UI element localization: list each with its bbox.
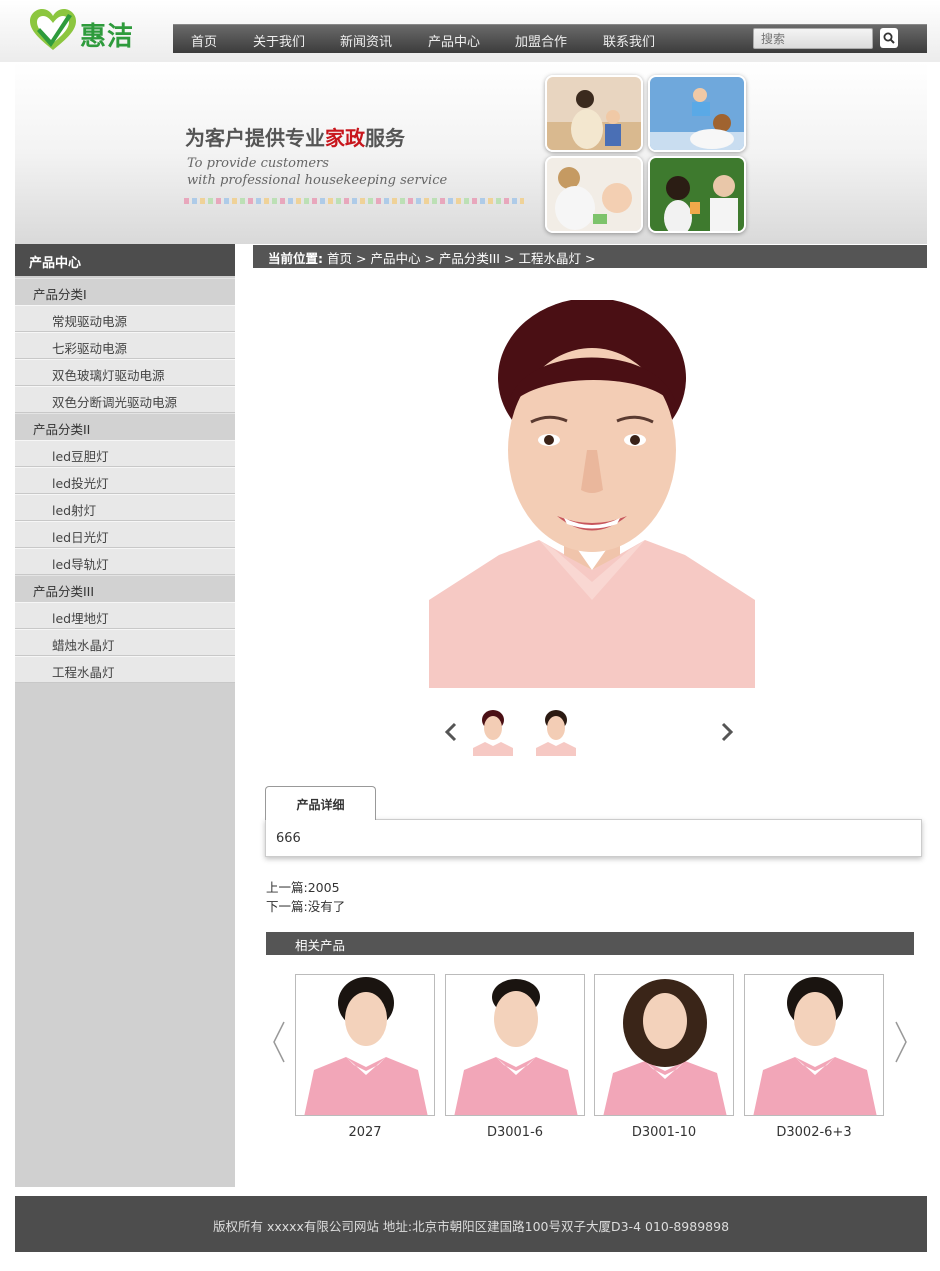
breadcrumb: 当前位置: 首页 > 产品中心 > 产品分类III > 工程水晶灯 > (253, 245, 927, 268)
search-button[interactable] (880, 28, 898, 48)
logo-text: 惠洁 (80, 22, 135, 52)
next-article-link: 没有了 (307, 899, 346, 914)
prev-article-link[interactable]: 2005 (308, 880, 340, 895)
sidebar-item[interactable]: 七彩驱动电源 (15, 332, 235, 359)
related-product-card[interactable] (594, 974, 734, 1116)
nav-item-about[interactable]: 关于我们 (253, 31, 305, 50)
breadcrumb-separator: > (424, 251, 435, 266)
sidebar-category-1[interactable]: 产品分类I (15, 278, 235, 305)
banner-photo-girl-grandpa (648, 156, 746, 233)
related-product-label[interactable]: D3001-10 (594, 1125, 734, 1140)
product-thumbnail-1[interactable] (473, 708, 513, 756)
chevron-left-icon[interactable] (271, 1020, 287, 1064)
banner-title-highlight: 家政 (325, 126, 365, 150)
banner-subtitle-line1: To provide customers (187, 156, 329, 171)
chevron-left-icon[interactable] (443, 722, 459, 742)
sidebar-item[interactable]: 工程水晶灯 (15, 656, 235, 683)
sidebar-item[interactable]: 蜡烛水晶灯 (15, 629, 235, 656)
sidebar: 产品中心 产品分类I 常规驱动电源 七彩驱动电源 双色玻璃灯驱动电源 双色分断调… (15, 244, 235, 1187)
nav-item-news[interactable]: 新闻资讯 (340, 31, 392, 50)
breadcrumb-products[interactable]: 产品中心 (370, 251, 420, 266)
next-label: 下一篇: (266, 899, 308, 914)
sidebar-item[interactable]: led埋地灯 (15, 602, 235, 629)
related-product-label[interactable]: D3001-6 (445, 1125, 585, 1140)
sidebar-item[interactable]: led导轨灯 (15, 548, 235, 575)
nav-item-contact[interactable]: 联系我们 (603, 31, 655, 50)
breadcrumb-prefix: 当前位置: (268, 251, 323, 266)
search-input[interactable] (753, 28, 873, 49)
breadcrumb-home[interactable]: 首页 (327, 251, 352, 266)
related-product-card[interactable] (744, 974, 884, 1116)
header: 惠洁 首页 关于我们 新闻资讯 产品中心 加盟合作 联系我们 (0, 0, 940, 62)
breadcrumb-current[interactable]: 工程水晶灯 (518, 251, 581, 266)
related-product-card[interactable] (445, 974, 585, 1116)
banner-title: 为客户提供专业家政服务 (185, 122, 405, 151)
sidebar-category-list: 产品分类I 常规驱动电源 七彩驱动电源 双色玻璃灯驱动电源 双色分断调光驱动电源… (15, 278, 235, 683)
banner-decoration-dots (184, 198, 524, 204)
product-thumbnail-2[interactable] (536, 708, 576, 756)
sidebar-item[interactable]: led豆胆灯 (15, 440, 235, 467)
sidebar-item[interactable]: led投光灯 (15, 467, 235, 494)
logo[interactable]: 惠洁 (28, 8, 148, 54)
related-products-title: 相关产品 (266, 932, 914, 955)
sidebar-item[interactable]: led射灯 (15, 494, 235, 521)
tab-product-detail[interactable]: 产品详细 (265, 786, 376, 820)
banner-photo-sky-family (648, 75, 746, 152)
sidebar-item[interactable]: 双色玻璃灯驱动电源 (15, 359, 235, 386)
related-product-label[interactable]: D3002-6+3 (744, 1125, 884, 1140)
chevron-right-icon[interactable] (893, 1020, 909, 1064)
prev-next-nav: 上一篇:2005 下一篇:没有了 (266, 878, 345, 916)
sidebar-category-3[interactable]: 产品分类III (15, 575, 235, 602)
main-nav: 首页 关于我们 新闻资讯 产品中心 加盟合作 联系我们 (173, 24, 927, 53)
footer-copyright: 版权所有 xxxxx有限公司网站 地址:北京市朝阳区建国路100号双子大厦D3-… (212, 1219, 730, 1234)
sidebar-item[interactable]: 双色分断调光驱动电源 (15, 386, 235, 413)
footer: 版权所有 xxxxx有限公司网站 地址:北京市朝阳区建国路100号双子大厦D3-… (15, 1196, 927, 1252)
nav-item-franchise[interactable]: 加盟合作 (515, 31, 567, 50)
banner-photo-mother-child (545, 75, 643, 152)
related-product-card[interactable] (295, 974, 435, 1116)
nav-item-home[interactable]: 首页 (191, 31, 217, 50)
product-main-photo (429, 300, 755, 688)
product-detail-panel: 666 (265, 819, 922, 857)
chevron-right-icon[interactable] (719, 722, 735, 742)
banner-title-pre: 为客户提供专业 (185, 126, 325, 150)
banner-subtitle: To provide customers with professional h… (187, 155, 447, 189)
heart-check-icon (30, 9, 76, 50)
banner-photo-feeding-baby (545, 156, 643, 233)
hero-banner: 为客户提供专业家政服务 To provide customers with pr… (15, 62, 927, 244)
banner-subtitle-line2: with professional housekeeping service (187, 173, 448, 188)
sidebar-item[interactable]: led日光灯 (15, 521, 235, 548)
related-product-label[interactable]: 2027 (295, 1125, 435, 1140)
sidebar-item[interactable]: 常规驱动电源 (15, 305, 235, 332)
prev-label: 上一篇: (266, 880, 308, 895)
search-icon (883, 32, 895, 44)
sidebar-title: 产品中心 (15, 244, 235, 276)
nav-item-products[interactable]: 产品中心 (428, 31, 480, 50)
breadcrumb-separator: > (584, 251, 596, 266)
banner-title-post: 服务 (365, 126, 405, 150)
sidebar-category-2[interactable]: 产品分类II (15, 413, 235, 440)
breadcrumb-category[interactable]: 产品分类III (439, 251, 500, 266)
breadcrumb-separator: > (503, 251, 515, 266)
breadcrumb-separator: > (355, 251, 367, 266)
